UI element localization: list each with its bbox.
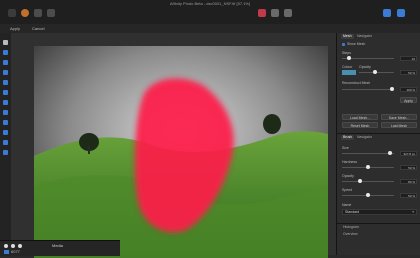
minimize-dot-icon[interactable] — [11, 244, 15, 248]
load-mesh-button[interactable]: Load Mesh... — [342, 114, 378, 120]
steps-slider-knob[interactable] — [347, 56, 351, 60]
brush-opacity-knob[interactable] — [358, 179, 362, 183]
punch-tool-icon[interactable] — [3, 80, 8, 85]
opacity-label: Opacity — [359, 65, 371, 69]
preview-icon[interactable] — [284, 9, 292, 17]
panel-toggle-icon[interactable] — [397, 9, 405, 17]
tab-navigator[interactable]: Navigator — [355, 34, 374, 39]
window-titlebar: Affinity Photo Beta - dsc0001_NSF.tif [5… — [0, 0, 420, 25]
right-studio-panel: Mesh Navigator Show Mesh Steps 10 Colour… — [336, 33, 420, 255]
brush-name-value: Standard — [345, 210, 360, 214]
media-title: Media — [52, 243, 63, 248]
freeze-tool-icon[interactable] — [3, 120, 8, 125]
twirl-tool-icon[interactable] — [3, 60, 8, 65]
zoom-dot-icon[interactable] — [18, 244, 22, 248]
speed-field[interactable]: 50 % — [400, 193, 417, 198]
hardness-field[interactable]: 50 % — [400, 165, 417, 170]
save-mesh-button[interactable]: Save Mesh... — [381, 114, 417, 120]
hardness-knob[interactable] — [366, 165, 370, 169]
mesh-clone-tool-icon[interactable] — [3, 100, 8, 105]
split-view-icon[interactable] — [271, 9, 279, 17]
zoom-tool-icon[interactable] — [3, 150, 8, 155]
share-icon[interactable] — [47, 9, 55, 17]
landscape-photo — [34, 46, 328, 258]
forward-warp-tool-icon[interactable] — [3, 40, 8, 45]
panel-divider-2 — [337, 223, 420, 224]
hardness-slider[interactable] — [342, 165, 394, 169]
hand-tool-icon[interactable] — [3, 140, 8, 145]
folder-icon — [4, 250, 9, 254]
media-folder-name[interactable]: 6077 — [11, 249, 20, 254]
size-label: Size — [342, 146, 349, 150]
show-mesh-checkbox[interactable] — [342, 43, 345, 46]
photo-canvas[interactable] — [34, 46, 328, 258]
media-panel: Media 6077 — [0, 240, 120, 256]
colour-label: Colour — [342, 65, 353, 69]
brush-opacity-label: Opacity — [342, 174, 354, 178]
name-label: Name — [342, 203, 352, 207]
push-left-tool-icon[interactable] — [3, 50, 8, 55]
reconstruct-slider[interactable] — [342, 87, 394, 91]
tab-overview[interactable]: Overview — [341, 232, 360, 237]
reconstruct-tool-icon[interactable] — [3, 110, 8, 115]
apply-button[interactable]: Apply — [8, 26, 22, 31]
tab-brush-navigator[interactable]: Navigator — [355, 135, 374, 140]
reset-mesh-button[interactable]: Reset Mesh — [342, 122, 378, 128]
tab-brush[interactable]: Brush — [341, 135, 355, 140]
reconstruct-knob[interactable] — [390, 87, 394, 91]
mesh-opacity-slider[interactable] — [359, 70, 394, 74]
speed-slider[interactable] — [342, 193, 394, 197]
hardness-label: Hardness — [342, 160, 357, 164]
steps-field[interactable]: 10 — [400, 56, 417, 61]
turbulence-tool-icon[interactable] — [3, 90, 8, 95]
studio-toggle-icon[interactable] — [383, 9, 391, 17]
tab-histogram[interactable]: Histogram — [341, 225, 361, 230]
mesh-opacity-knob[interactable] — [373, 70, 377, 74]
pinch-tool-icon[interactable] — [3, 70, 8, 75]
toggle-mask-icon[interactable] — [258, 9, 266, 17]
speed-label: Speed — [342, 188, 353, 192]
canvas-area[interactable] — [11, 33, 336, 258]
brush-opacity-slider[interactable] — [342, 179, 394, 183]
size-slider[interactable] — [342, 151, 394, 155]
reconstruct-field[interactable]: 100 % — [400, 87, 417, 92]
steps-slider[interactable] — [342, 56, 394, 60]
panel-divider — [337, 133, 420, 134]
close-dot-icon[interactable] — [4, 244, 8, 248]
apply-reconstruct-button[interactable]: Apply — [400, 97, 417, 103]
brush-opacity-field[interactable]: 80 % — [400, 179, 417, 184]
mesh-opacity-field[interactable]: 50 % — [400, 70, 417, 75]
show-mesh-label: Show Mesh — [347, 42, 366, 46]
steps-label: Steps — [342, 51, 351, 55]
reconstruct-label: Reconstruct Mesh — [342, 81, 371, 85]
liquify-persona-icon[interactable] — [21, 9, 29, 17]
thaw-tool-icon[interactable] — [3, 130, 8, 135]
mesh-colour-swatch[interactable] — [342, 70, 356, 75]
last-mesh-button[interactable]: Last Mesh — [381, 122, 417, 128]
size-knob[interactable] — [388, 151, 392, 155]
window-title: Affinity Photo Beta - dsc0001_NSF.tif [5… — [169, 1, 251, 6]
cancel-button[interactable]: Cancel — [30, 26, 46, 31]
brush-name-select[interactable]: Standard ▾ — [342, 209, 417, 215]
size-field[interactable]: 327.8 px — [400, 151, 417, 156]
speed-knob[interactable] — [366, 193, 370, 197]
chevron-down-icon: ▾ — [412, 210, 414, 214]
develop-persona-icon[interactable] — [34, 9, 42, 17]
tab-mesh[interactable]: Mesh — [341, 34, 354, 39]
photo-persona-icon[interactable] — [8, 9, 16, 17]
